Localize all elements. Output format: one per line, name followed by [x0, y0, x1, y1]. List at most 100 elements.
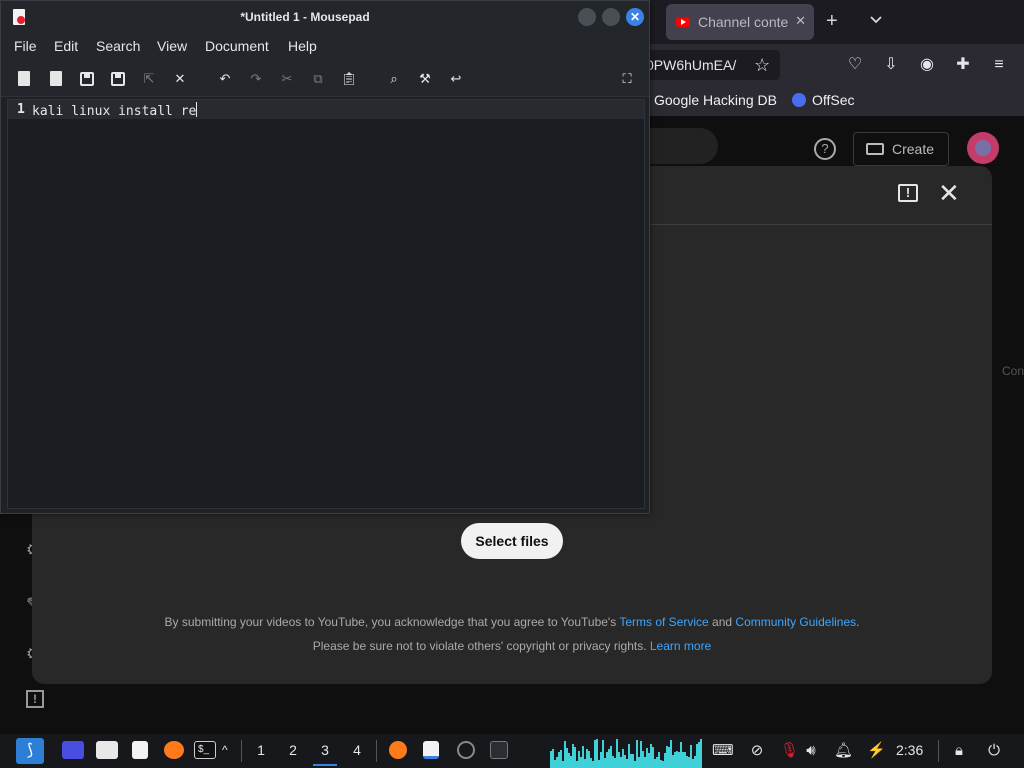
community-guidelines-link[interactable]: Community Guidelines [735, 615, 856, 629]
bookmark-offsec-label: OffSec [812, 92, 855, 108]
menu-icon[interactable]: ≡ [990, 56, 1008, 74]
workspace-4[interactable]: 4 [345, 742, 369, 762]
legal-text-2: Please be sure not to violate others' co… [312, 639, 650, 653]
kali-menu-icon[interactable]: ⟆ [16, 738, 44, 764]
mousepad-titlebar[interactable]: *Untitled 1 - Mousepad ✕ [1, 1, 649, 33]
find-icon[interactable]: ⌕ [385, 70, 403, 88]
downloads-icon[interactable]: ⇩ [882, 56, 900, 74]
bookmark-offsec[interactable]: OffSec [792, 92, 855, 108]
close-tab-icon[interactable]: ✕ [171, 70, 189, 88]
bookmark-star-icon[interactable]: ☆ [754, 55, 770, 76]
create-label: Create [892, 141, 935, 157]
text-caret [196, 102, 198, 117]
new-document-icon[interactable] [15, 70, 33, 88]
menu-bar: File Edit Search View Document Help [1, 33, 649, 61]
browser-tab-title: Channel conte [698, 14, 789, 30]
logout-icon[interactable]: ⏻ [985, 742, 1003, 760]
dialog-feedback-icon[interactable]: ! [898, 184, 918, 202]
maximize-button[interactable] [602, 8, 620, 26]
taskbar-separator [241, 740, 242, 762]
clock[interactable]: 2:36 [896, 742, 923, 758]
help-icon[interactable]: ? [814, 138, 836, 160]
legal-period: . [856, 615, 860, 629]
notifications-icon[interactable]: 🔔︎ [834, 742, 853, 760]
redo-icon[interactable]: ↷ [247, 70, 265, 88]
volume-icon[interactable]: 🔊︎ [802, 742, 820, 760]
dialog-close-icon[interactable]: ✕ [938, 180, 960, 206]
create-button[interactable]: Create [853, 132, 949, 166]
account-icon[interactable]: ◉ [918, 56, 936, 74]
extensions-icon[interactable]: ✚ [954, 56, 972, 74]
close-window-button[interactable]: ✕ [626, 8, 644, 26]
terms-of-service-link[interactable]: Terms of Service [619, 615, 708, 629]
right-edge-text: Con [1002, 364, 1024, 378]
legal-text: By submitting your videos to YouTube, yo… [164, 615, 620, 629]
workspace-2[interactable]: 2 [281, 742, 305, 762]
workspace-1[interactable]: 1 [249, 742, 273, 762]
learn-more-link[interactable]: Learn more [650, 639, 711, 653]
lock-screen-icon[interactable]: 🔒︎ [950, 742, 968, 760]
taskbar: ⟆ $_ ^ 1 2 3 4 ⌨ ⊘ 🎙︎ 🔊︎ 🔔︎ ⚡ 2:36 🔒︎ ⏻ [0, 734, 1024, 768]
new-window-icon[interactable] [47, 70, 65, 88]
save-icon[interactable] [78, 70, 96, 88]
power-manager-icon[interactable]: ⚡ [867, 742, 886, 760]
firefox-icon[interactable] [164, 741, 184, 759]
firefox-window-button[interactable] [389, 741, 407, 759]
menu-edit[interactable]: Edit [54, 38, 78, 54]
text-editor-area[interactable]: 1 kali linux install re [7, 99, 645, 509]
menu-view[interactable]: View [157, 38, 187, 54]
menu-help[interactable]: Help [288, 38, 317, 54]
screenshot-window-button[interactable] [457, 741, 475, 759]
paste-icon[interactable]: 📋︎ [340, 70, 358, 88]
menu-search[interactable]: Search [96, 38, 140, 54]
workspace-3[interactable]: 3 [313, 742, 337, 766]
video-camera-icon [866, 143, 884, 155]
new-tab-button[interactable]: + [826, 10, 838, 33]
find-replace-icon[interactable]: ⚒ [416, 70, 434, 88]
youtube-favicon-icon [676, 17, 690, 27]
reload-icon[interactable]: ⇱ [140, 70, 158, 88]
bookmark-google-hacking-db[interactable]: Google Hacking DB [654, 92, 777, 108]
toolbar: ⇱ ✕ ↶ ↷ ✂ ⧉ 📋︎ ⌕ ⚒ ↩ ⛶ [1, 61, 649, 97]
select-files-button[interactable]: Select files [461, 523, 563, 559]
save-as-icon[interactable] [109, 70, 127, 88]
legal-notice-line2: Please be sure not to violate others' co… [32, 639, 992, 653]
audio-visualizer-bar [700, 739, 702, 768]
list-all-tabs-icon[interactable] [868, 12, 884, 28]
tab-close-icon[interactable]: ✕ [795, 13, 806, 29]
microphone-icon[interactable]: 🎙︎ [780, 742, 799, 760]
taskbar-separator [938, 740, 939, 762]
mousepad-window: *Untitled 1 - Mousepad ✕ File Edit Searc… [0, 0, 650, 514]
editor-text: kali linux install re [32, 104, 197, 119]
editor-line[interactable]: kali linux install re [32, 102, 198, 119]
line-number: 1 [17, 102, 25, 117]
menu-file[interactable]: File [14, 38, 37, 54]
copy-icon[interactable]: ⧉ [309, 70, 327, 88]
taskbar-separator [376, 740, 377, 762]
mousepad-window-button[interactable] [423, 741, 439, 759]
legal-notice-line1: By submitting your videos to YouTube, yo… [32, 615, 992, 629]
text-editor-icon[interactable] [132, 741, 148, 759]
legal-and: and [708, 615, 736, 629]
channel-avatar[interactable] [967, 132, 999, 164]
window-title: *Untitled 1 - Mousepad [240, 10, 370, 24]
url-text: 0PW6hUmEA/ [646, 57, 737, 73]
go-to-line-icon[interactable]: ↩ [447, 70, 465, 88]
fullscreen-icon[interactable]: ⛶ [618, 70, 636, 88]
vpn-icon[interactable]: ⊘ [748, 742, 766, 760]
undo-icon[interactable]: ↶ [216, 70, 234, 88]
terminal-window-button[interactable] [490, 741, 508, 759]
cut-icon[interactable]: ✂ [278, 70, 296, 88]
menu-document[interactable]: Document [205, 38, 269, 54]
network-icon[interactable]: ⌨ [712, 742, 734, 760]
sidebar-feedback-icon[interactable]: ! [26, 690, 44, 708]
show-desktop-icon[interactable] [62, 741, 84, 759]
chevron-up-icon[interactable]: ^ [222, 743, 228, 763]
terminal-icon[interactable]: $_ [194, 741, 216, 759]
minimize-button[interactable] [578, 8, 596, 26]
pocket-icon[interactable]: ♡ [846, 56, 864, 74]
browser-tab-channel-content[interactable]: Channel conte ✕ [666, 4, 814, 40]
offsec-logo-icon [792, 93, 806, 107]
file-manager-icon[interactable] [96, 741, 118, 759]
youtube-search-box[interactable] [650, 128, 718, 164]
